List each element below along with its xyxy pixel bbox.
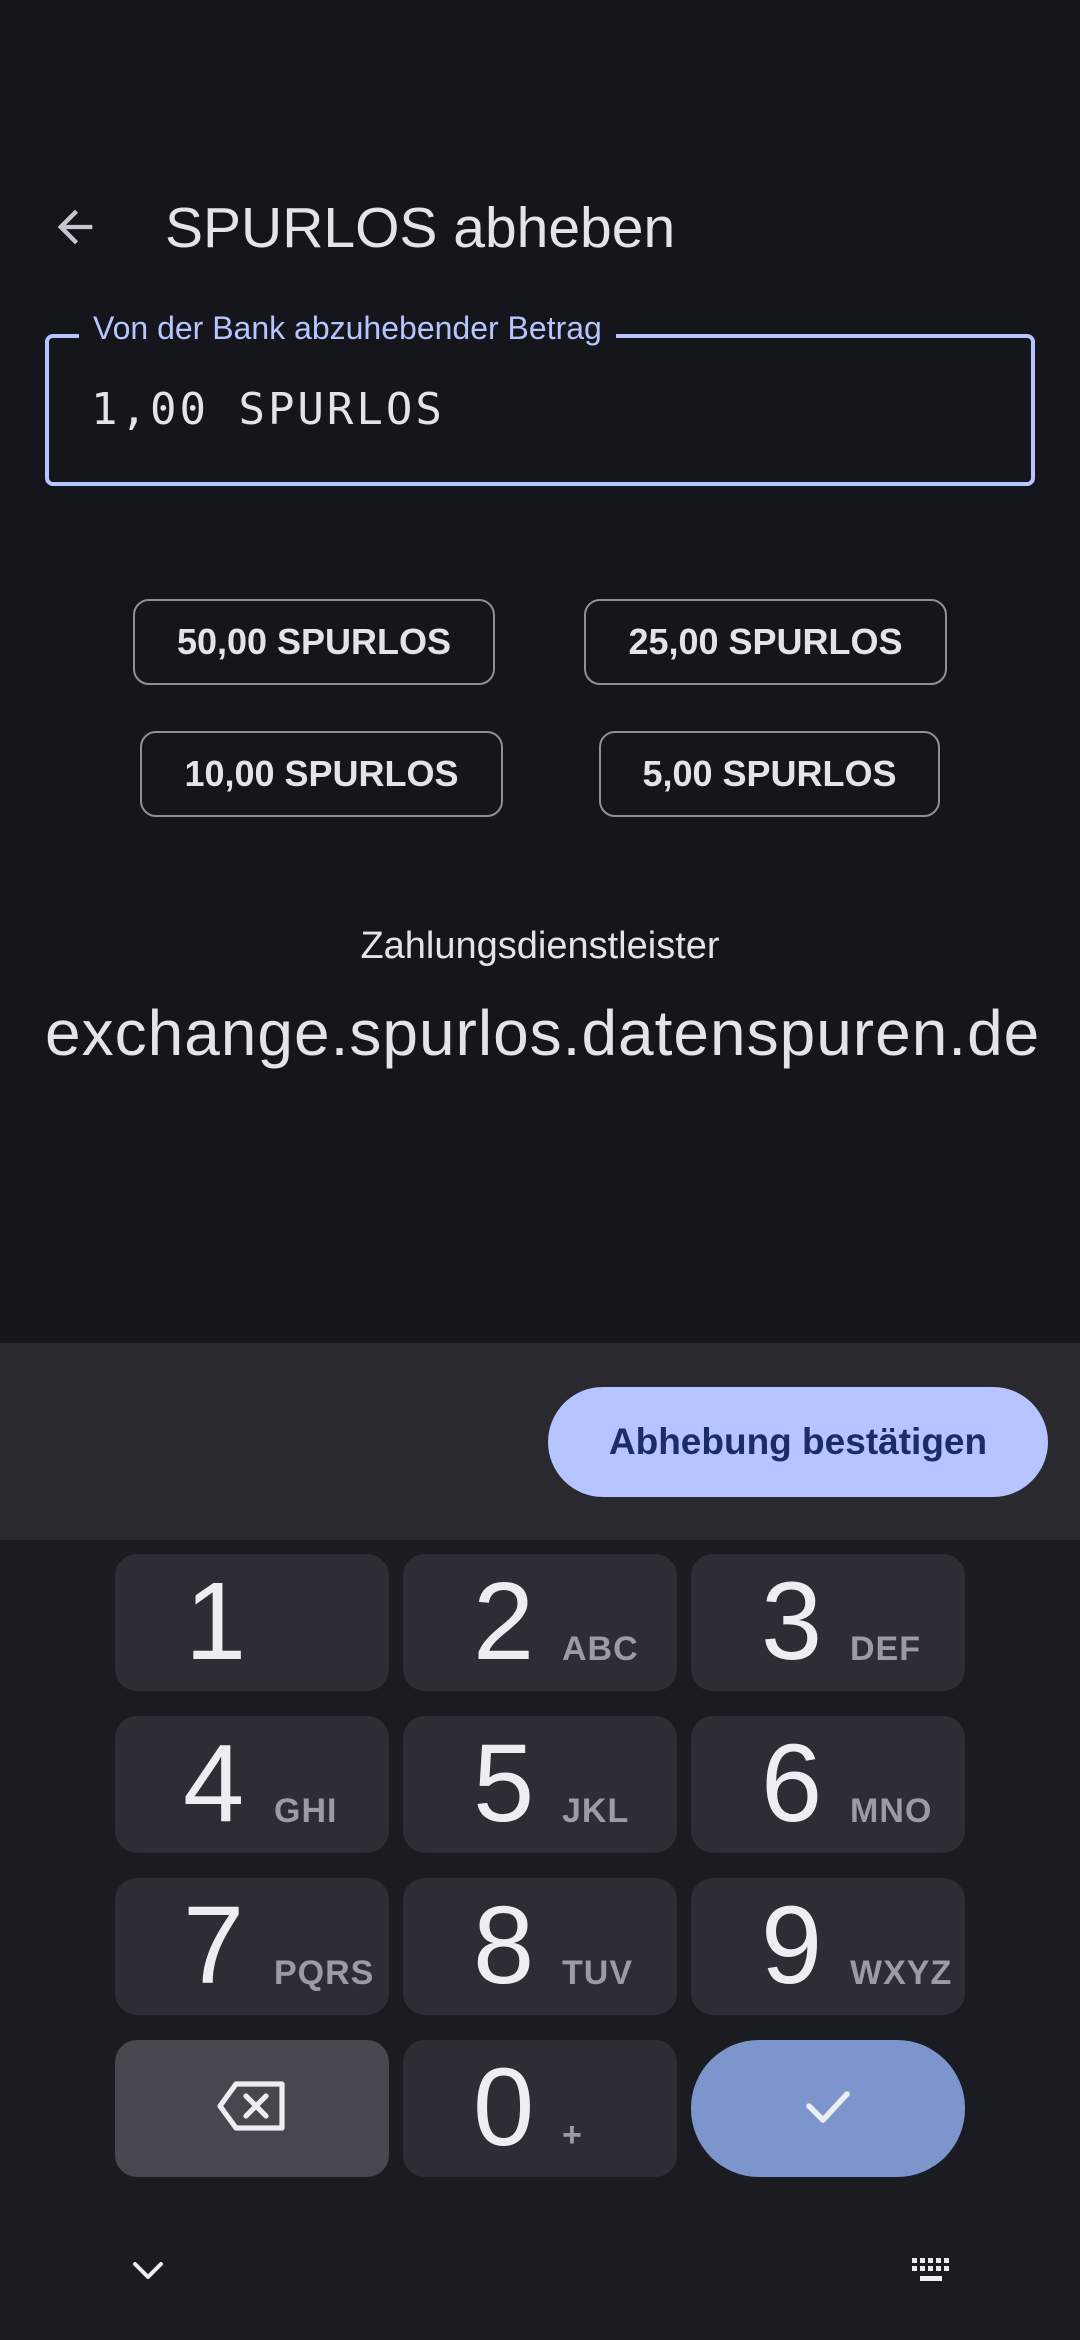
key-letters: GHI	[274, 1792, 338, 1830]
key-letters: MNO	[850, 1792, 933, 1830]
provider-value: exchange.spurlos.datenspuren.de	[45, 997, 1041, 1069]
switch-keyboard-button[interactable]	[892, 2243, 972, 2303]
key-2[interactable]: 2 ABC	[403, 1554, 677, 1691]
key-digit: 8	[473, 1884, 535, 2007]
key-5[interactable]: 5 JKL	[403, 1716, 677, 1853]
key-letters: WXYZ	[850, 1954, 953, 1992]
provider-label: Zahlungsdienstleister	[360, 925, 720, 967]
key-0[interactable]: 0 +	[403, 2040, 677, 2177]
key-digit: 5	[473, 1722, 535, 1845]
preset-amount-5[interactable]: 5,00 SPURLOS	[599, 731, 940, 817]
confirm-withdrawal-button[interactable]: Abhebung bestätigen	[548, 1387, 1048, 1497]
amount-field[interactable]: Von der Bank abzuhebender Betrag 1,00 SP…	[45, 310, 1035, 486]
keyboard-icon	[910, 2256, 954, 2291]
numeric-keyboard: 1 2 ABC 3 DEF 4 GHI 5 JKL 6 MNO 7 PQRS 8…	[0, 1540, 1080, 2340]
key-digit: 2	[473, 1560, 535, 1683]
arrow-back-icon	[49, 201, 101, 258]
key-6[interactable]: 6 MNO	[691, 1716, 965, 1853]
key-letters: DEF	[850, 1630, 921, 1668]
page-title: SPURLOS abheben	[165, 196, 676, 260]
key-letters: +	[562, 2116, 583, 2154]
key-digit: 7	[183, 1884, 245, 2007]
backspace-icon	[216, 2080, 288, 2137]
key-letters: PQRS	[274, 1954, 375, 1992]
key-digit: 0	[473, 2046, 535, 2169]
preset-amount-50[interactable]: 50,00 SPURLOS	[133, 599, 495, 685]
preset-amount-10[interactable]: 10,00 SPURLOS	[140, 731, 503, 817]
key-digit: 4	[183, 1722, 245, 1845]
key-1[interactable]: 1	[115, 1554, 389, 1691]
key-letters: ABC	[562, 1630, 639, 1668]
key-letters: JKL	[562, 1792, 630, 1830]
key-digit: 6	[761, 1722, 823, 1845]
key-digit: 9	[761, 1884, 823, 2007]
key-8[interactable]: 8 TUV	[403, 1878, 677, 2015]
key-3[interactable]: 3 DEF	[691, 1554, 965, 1691]
key-done[interactable]	[691, 2040, 965, 2177]
key-digit: 3	[761, 1560, 823, 1683]
key-9[interactable]: 9 WXYZ	[691, 1878, 965, 2015]
key-digit: 1	[185, 1560, 247, 1683]
top-app-bar: SPURLOS abheben	[0, 170, 1080, 290]
key-7[interactable]: 7 PQRS	[115, 1878, 389, 2015]
key-letters: TUV	[562, 1954, 633, 1992]
key-4[interactable]: 4 GHI	[115, 1716, 389, 1853]
preset-amount-25[interactable]: 25,00 SPURLOS	[584, 599, 947, 685]
hide-keyboard-button[interactable]	[108, 2243, 188, 2303]
withdraw-screen: SPURLOS abheben Von der Bank abzuhebende…	[0, 0, 1080, 1343]
key-backspace[interactable]	[115, 2040, 389, 2177]
confirm-bar: Abhebung bestätigen	[0, 1343, 1080, 1540]
checkmark-icon	[803, 2086, 853, 2131]
chevron-down-icon	[131, 2260, 165, 2287]
amount-field-label: Von der Bank abzuhebender Betrag	[79, 310, 616, 347]
amount-input[interactable]: 1,00 SPURLOS	[91, 384, 445, 435]
back-button[interactable]	[30, 184, 120, 274]
